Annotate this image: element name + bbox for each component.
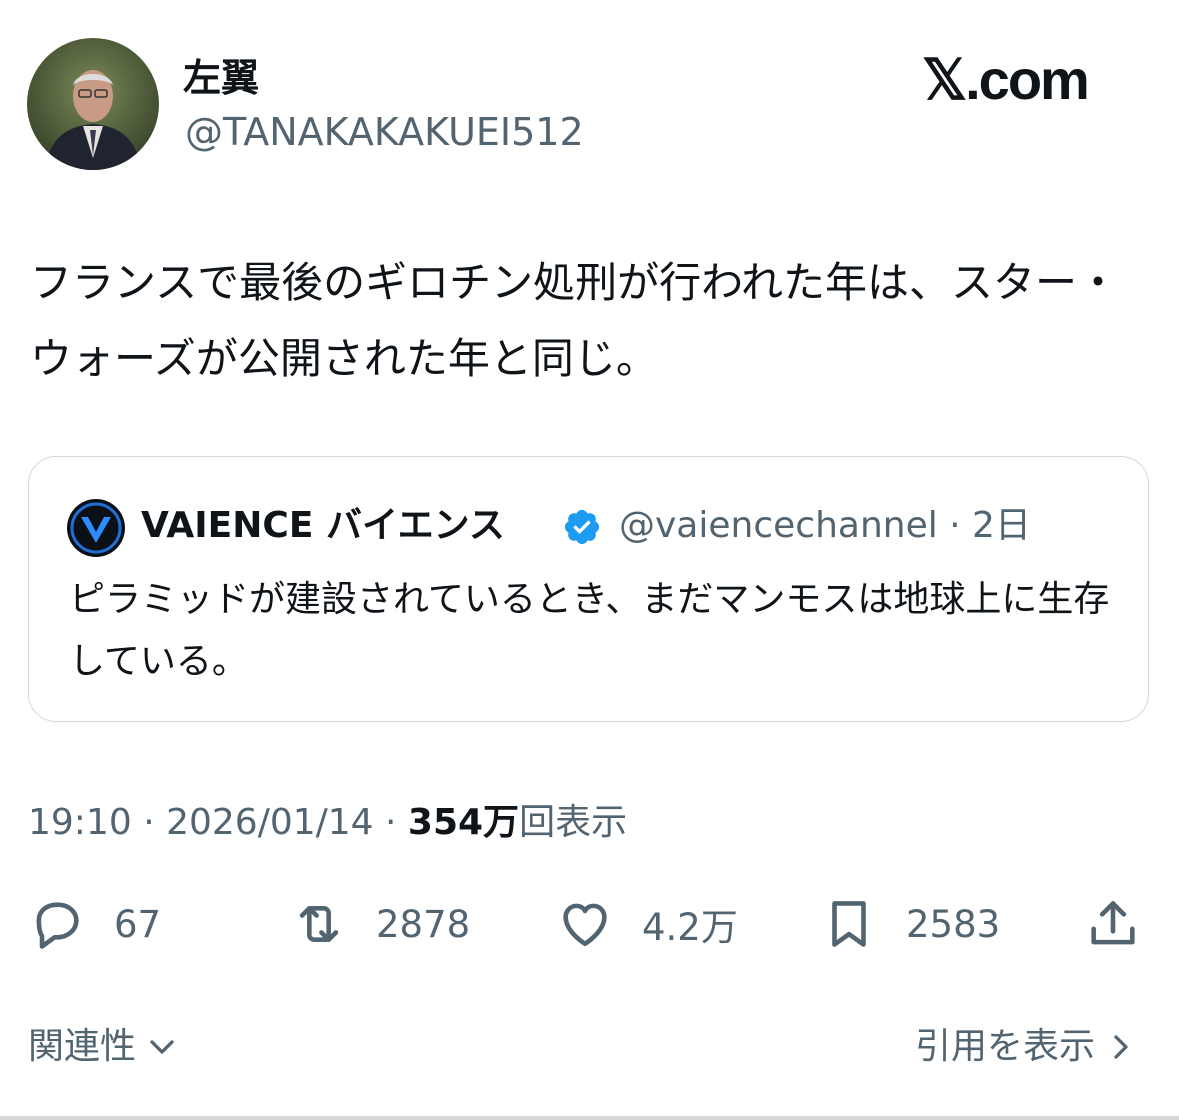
quoted-text: ピラミッドが建設されているとき、まだマンモスは地球上に生存している。 [69, 579, 1110, 682]
verified-badge-icon [562, 507, 602, 547]
reply-button[interactable]: 67 [28, 894, 161, 954]
related-sort-dropdown[interactable]: 関連性 [28, 1022, 182, 1072]
vaience-logo-icon [67, 499, 125, 557]
user-photo-icon [27, 38, 159, 170]
repost-button[interactable]: 2878 [290, 894, 470, 954]
x-logo-text: 𝕏.com [922, 48, 1090, 111]
quotes-label: 引用を表示 [914, 1026, 1095, 1067]
tweet-time-date[interactable]: 19:10 · 2026/01/14 · [28, 802, 408, 843]
author-display-name[interactable]: 左翼 [183, 56, 259, 100]
reply-icon [36, 902, 79, 949]
quoted-display-name[interactable]: VAIENCE バイエンス [141, 501, 505, 551]
x-logo: 𝕏.com [922, 50, 1112, 110]
bookmark-icon [832, 901, 866, 947]
share-icon [1091, 901, 1135, 945]
chevron-right-icon [1114, 1035, 1128, 1059]
chevron-down-icon [150, 1040, 174, 1054]
author-avatar[interactable] [27, 38, 159, 170]
divider [0, 1116, 1179, 1120]
heart-icon [563, 903, 607, 947]
reply-count: 67 [114, 902, 162, 946]
tweet-meta: 19:10 · 2026/01/14 · 354万回表示 [28, 800, 627, 846]
views-label: 回表示 [519, 802, 628, 843]
tweet-text: フランスで最後のギロチン処刑が行われた年は、スター・ウォーズが公開された年と同じ… [30, 258, 1120, 383]
author-handle[interactable]: @TANAKAKAKUEI512 [185, 110, 584, 154]
repost-count: 2878 [376, 902, 471, 946]
quoted-tweet-card[interactable]: VAIENCE バイエンス @vaiencechannel · 2日 ピラミッド… [28, 456, 1149, 722]
like-count: 4.2万 [642, 906, 738, 949]
bookmark-count: 2583 [906, 902, 1001, 946]
quoted-handle-time[interactable]: @vaiencechannel · 2日 [619, 501, 1031, 551]
related-label: 関連性 [28, 1026, 137, 1067]
share-button[interactable] [1084, 894, 1142, 954]
like-button[interactable]: 4.2万 [556, 894, 738, 954]
quoted-avatar[interactable] [67, 499, 125, 557]
view-quotes-link[interactable]: 引用を表示 [915, 1022, 1141, 1072]
views-count: 354万 [407, 802, 520, 843]
repost-icon [299, 905, 339, 943]
bookmark-button[interactable]: 2583 [820, 894, 1000, 954]
